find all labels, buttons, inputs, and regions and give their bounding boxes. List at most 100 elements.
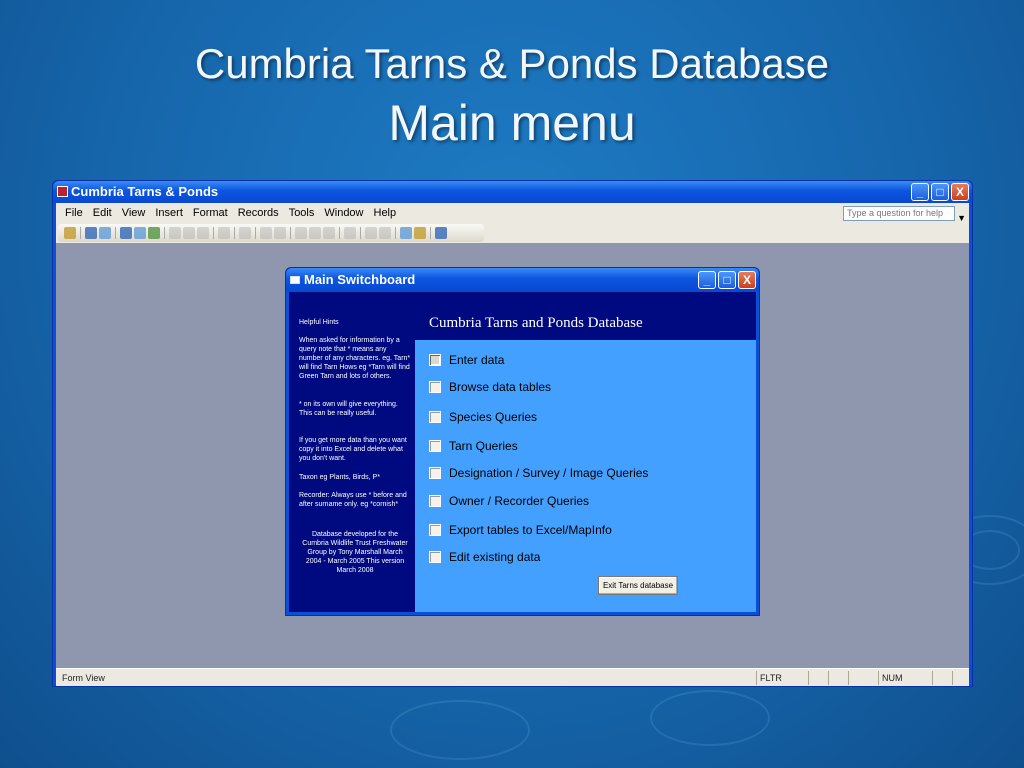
hint-text: If you get more data than you want copy … bbox=[299, 437, 407, 462]
cut-icon[interactable] bbox=[169, 227, 181, 239]
option-button[interactable] bbox=[429, 495, 441, 507]
option-edit-existing-data[interactable]: Edit existing data bbox=[429, 547, 540, 567]
maximize-button[interactable]: □ bbox=[931, 183, 949, 201]
credits-text: Database developed for the Cumbria Wildl… bbox=[302, 531, 408, 574]
switchboard-window: Main Switchboard _ □ X Helpful Hints Whe… bbox=[285, 267, 760, 616]
menu-tools[interactable]: Tools bbox=[284, 203, 320, 223]
apply-filter-icon[interactable] bbox=[323, 227, 335, 239]
option-button[interactable] bbox=[429, 551, 441, 563]
toolbar-separator bbox=[234, 227, 235, 239]
option-button[interactable] bbox=[429, 411, 441, 423]
hint-text: Recorder: Always use * before and after … bbox=[299, 492, 407, 508]
app-title-bar[interactable]: Cumbria Tarns & Ponds _ □ X bbox=[53, 181, 972, 203]
new-object-icon[interactable] bbox=[414, 227, 426, 239]
help-icon[interactable] bbox=[435, 227, 447, 239]
option-owner-recorder-queries[interactable]: Owner / Recorder Queries bbox=[429, 491, 589, 511]
print-icon[interactable] bbox=[120, 227, 132, 239]
find-icon[interactable] bbox=[344, 227, 356, 239]
option-label: Species Queries bbox=[449, 410, 538, 424]
background-ripple bbox=[650, 690, 770, 746]
menu-help[interactable]: Help bbox=[369, 203, 402, 223]
hints-panel: Helpful Hints When asked for information… bbox=[289, 292, 415, 612]
option-button[interactable] bbox=[429, 467, 441, 479]
option-tarn-queries[interactable]: Tarn Queries bbox=[429, 436, 518, 456]
close-button[interactable]: X bbox=[738, 271, 756, 289]
menu-file[interactable]: File bbox=[60, 203, 88, 223]
status-cell bbox=[808, 671, 828, 685]
filter-by-form-icon[interactable] bbox=[309, 227, 321, 239]
menu-insert[interactable]: Insert bbox=[150, 203, 188, 223]
close-button[interactable]: X bbox=[951, 183, 969, 201]
exit-database-button[interactable]: Exit Tarns database bbox=[598, 576, 678, 595]
option-label: Owner / Recorder Queries bbox=[449, 494, 590, 508]
menu-window[interactable]: Window bbox=[319, 203, 368, 223]
switchboard-title: Main Switchboard bbox=[304, 272, 416, 287]
toolbar-separator bbox=[395, 227, 396, 239]
option-designation-survey-image-queries[interactable]: Designation / Survey / Image Queries bbox=[429, 463, 648, 483]
status-cell bbox=[828, 671, 848, 685]
form-icon bbox=[290, 276, 300, 284]
minimize-button[interactable]: _ bbox=[698, 271, 716, 289]
paste-icon[interactable] bbox=[197, 227, 209, 239]
menu-view[interactable]: View bbox=[117, 203, 151, 223]
menu-format[interactable]: Format bbox=[188, 203, 233, 223]
file-search-icon[interactable] bbox=[99, 227, 111, 239]
status-cell bbox=[952, 671, 969, 685]
menu-bar: File Edit View Insert Format Records Too… bbox=[56, 203, 969, 223]
filter-by-selection-icon[interactable] bbox=[295, 227, 307, 239]
new-record-icon[interactable] bbox=[365, 227, 377, 239]
status-cell bbox=[848, 671, 878, 685]
option-species-queries[interactable]: Species Queries bbox=[429, 407, 537, 427]
toolbar-separator bbox=[290, 227, 291, 239]
switchboard-form: Helpful Hints When asked for information… bbox=[289, 292, 756, 612]
hint-text: * on its own will give everything. This … bbox=[299, 401, 398, 417]
switchboard-title-bar[interactable]: Main Switchboard _ □ X bbox=[286, 268, 759, 292]
option-label: Enter data bbox=[449, 353, 505, 367]
app-title: Cumbria Tarns & Ponds bbox=[71, 184, 219, 199]
option-export-tables[interactable]: Export tables to Excel/MapInfo bbox=[429, 520, 612, 540]
view-icon[interactable] bbox=[64, 227, 76, 239]
status-filter: FLTR bbox=[756, 671, 808, 685]
option-button[interactable] bbox=[429, 440, 441, 452]
minimize-button[interactable]: _ bbox=[911, 183, 929, 201]
hyperlink-icon[interactable] bbox=[239, 227, 251, 239]
status-bar: Form View FLTR NUM bbox=[56, 668, 969, 686]
toolbar-separator bbox=[255, 227, 256, 239]
toolbar-separator bbox=[164, 227, 165, 239]
form-view-toolbar bbox=[56, 223, 969, 243]
database-window-icon[interactable] bbox=[400, 227, 412, 239]
option-label: Export tables to Excel/MapInfo bbox=[449, 523, 612, 537]
undo-icon[interactable] bbox=[218, 227, 230, 239]
slide-subtitle: Main menu bbox=[388, 95, 636, 151]
print-preview-icon[interactable] bbox=[134, 227, 146, 239]
hints-title: Helpful Hints bbox=[299, 319, 339, 326]
hint-text: Taxon eg Plants, Birds, P* bbox=[299, 474, 380, 481]
option-label: Browse data tables bbox=[449, 380, 552, 394]
option-label: Edit existing data bbox=[449, 550, 541, 564]
sort-descending-icon[interactable] bbox=[274, 227, 286, 239]
option-button[interactable] bbox=[429, 381, 441, 393]
menu-edit[interactable]: Edit bbox=[88, 203, 117, 223]
switchboard-header: Cumbria Tarns and Ponds Database bbox=[415, 292, 756, 340]
ask-question-input[interactable]: Type a question for help bbox=[843, 206, 955, 221]
toolbar-separator bbox=[213, 227, 214, 239]
sort-ascending-icon[interactable] bbox=[260, 227, 272, 239]
status-num-lock: NUM bbox=[878, 671, 932, 685]
toolbar-separator bbox=[80, 227, 81, 239]
option-button[interactable] bbox=[429, 524, 441, 536]
toolbar-separator bbox=[360, 227, 361, 239]
menu-records[interactable]: Records bbox=[233, 203, 284, 223]
database-heading: Cumbria Tarns and Ponds Database bbox=[429, 315, 643, 331]
option-browse-data-tables[interactable]: Browse data tables bbox=[429, 377, 551, 397]
status-view-mode: Form View bbox=[62, 673, 105, 683]
save-icon[interactable] bbox=[85, 227, 97, 239]
option-enter-data[interactable]: Enter data bbox=[429, 350, 504, 370]
maximize-button[interactable]: □ bbox=[718, 271, 736, 289]
copy-icon[interactable] bbox=[183, 227, 195, 239]
toolbar-separator bbox=[339, 227, 340, 239]
spelling-icon[interactable] bbox=[148, 227, 160, 239]
delete-record-icon[interactable] bbox=[379, 227, 391, 239]
option-button[interactable] bbox=[429, 354, 441, 366]
background-ripple bbox=[390, 700, 530, 760]
option-label: Tarn Queries bbox=[449, 439, 518, 453]
